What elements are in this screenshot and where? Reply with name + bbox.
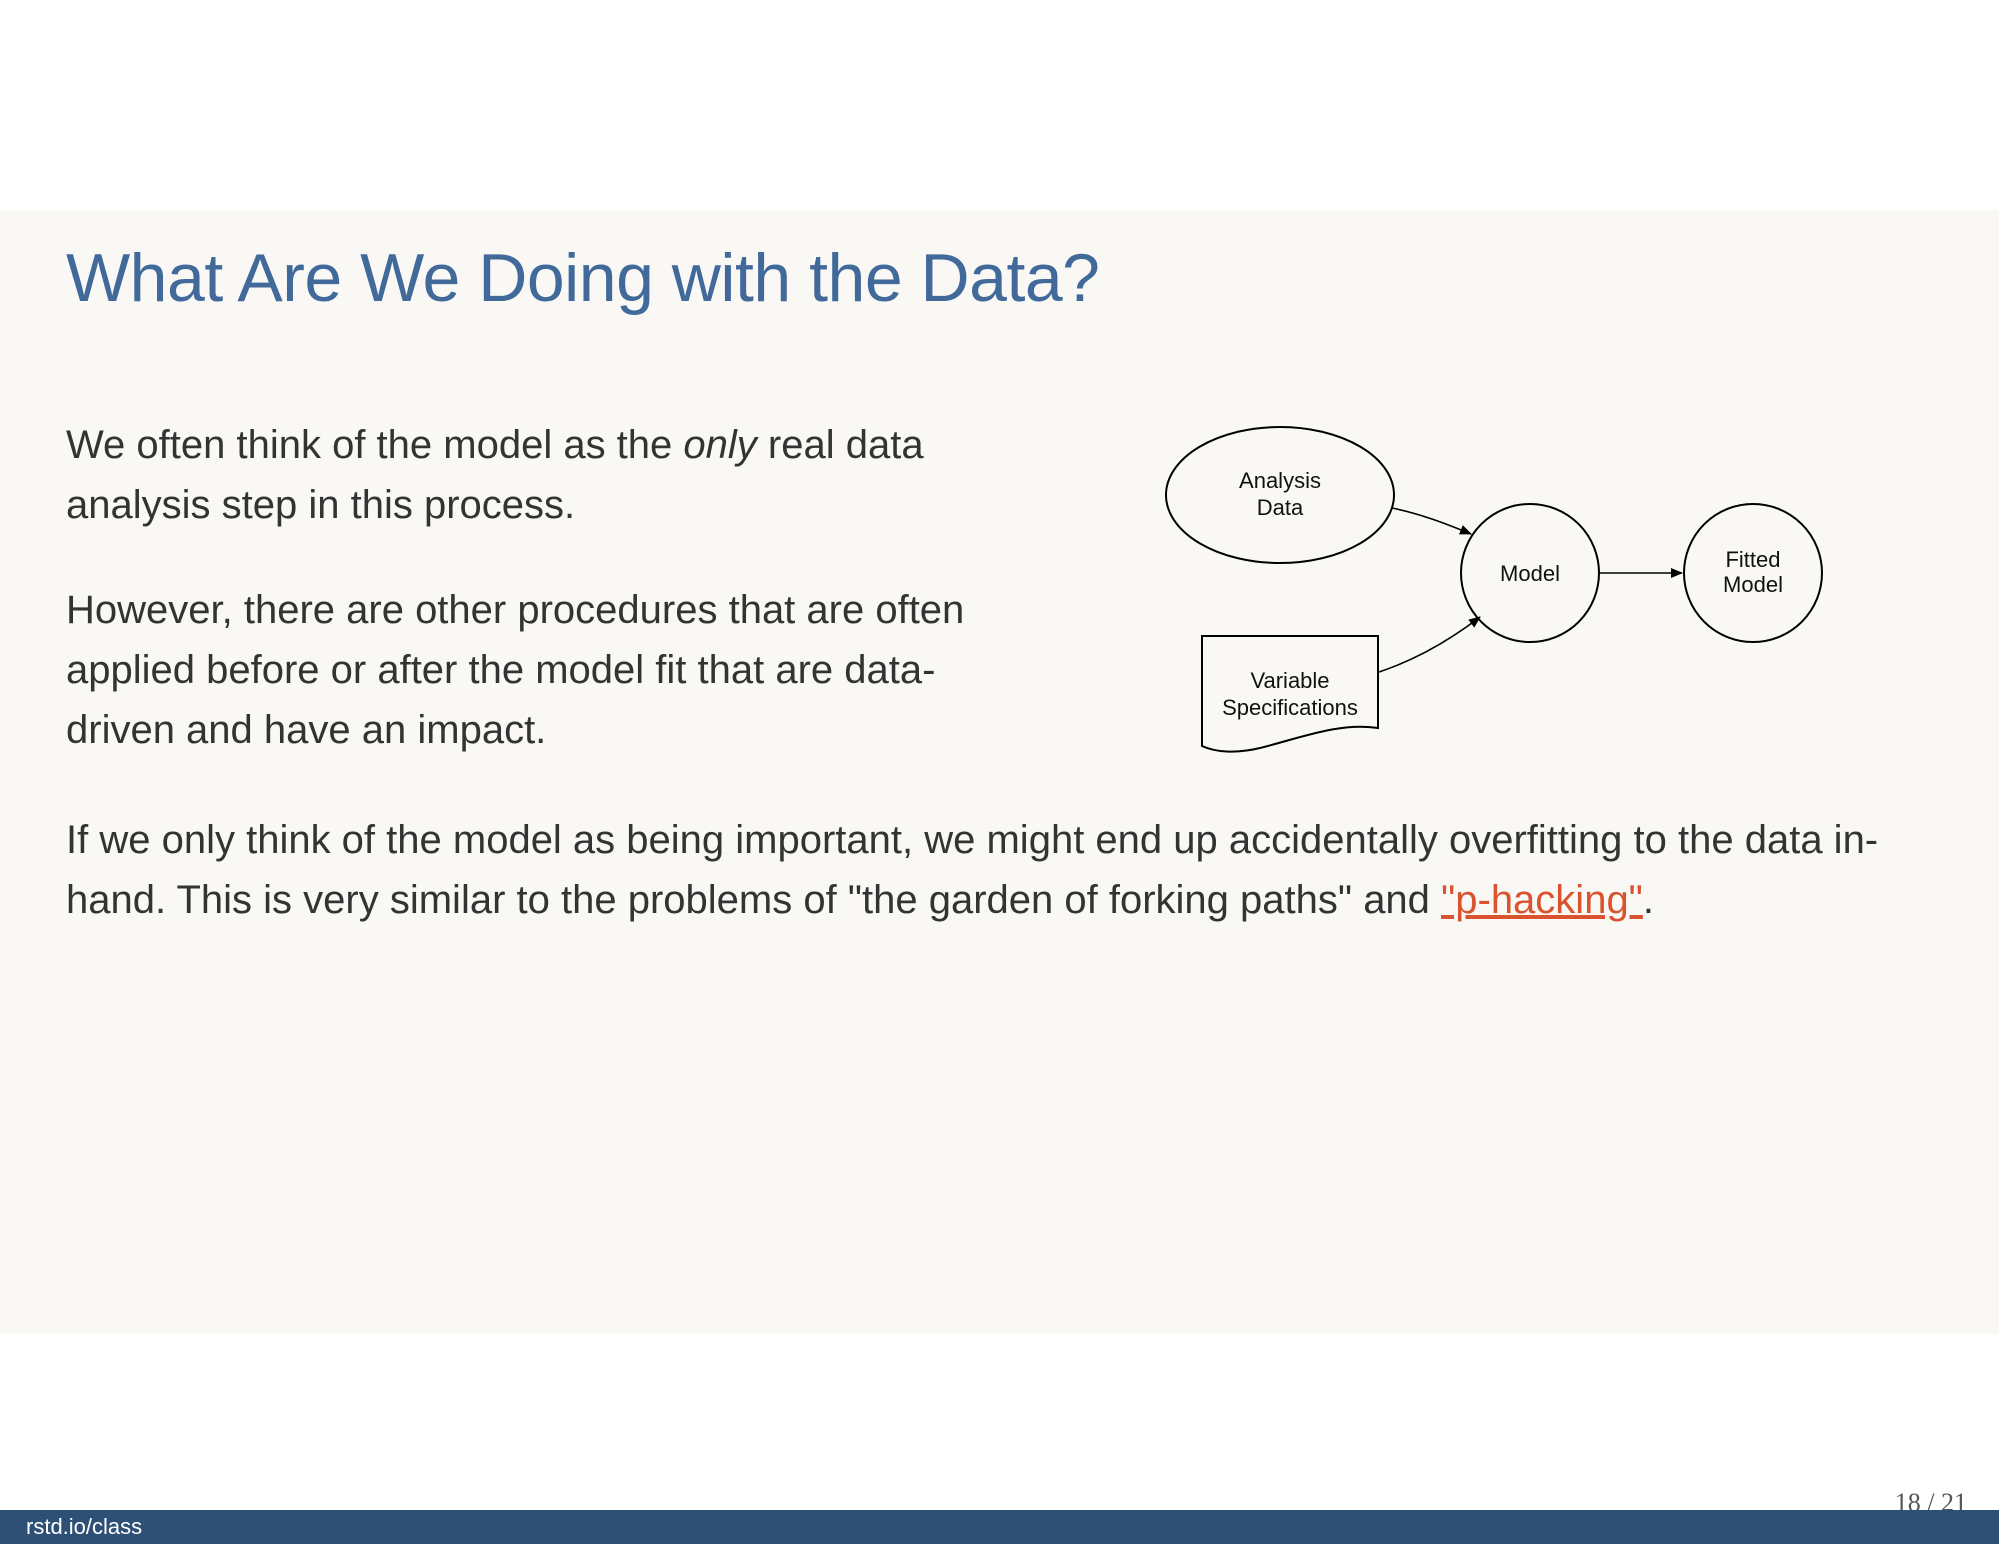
node-analysis-data-line2: Data	[1257, 495, 1304, 520]
slide: What Are We Doing with the Data? We ofte…	[0, 210, 1999, 1544]
edge-analysis-data-to-model	[1391, 507, 1472, 535]
paragraph-model-only-step: We often think of the model as the only …	[66, 415, 966, 535]
para3-after: .	[1642, 878, 1655, 922]
node-model: Model	[1460, 503, 1600, 643]
node-analysis-data: Analysis Data	[1165, 426, 1395, 564]
paragraph-overfitting: If we only think of the model as being i…	[66, 810, 1946, 930]
node-fitted-model-line1: Fitted	[1725, 547, 1780, 572]
node-variable-specifications-line2: Specifications	[1222, 695, 1358, 720]
workflow-diagram: Analysis Data Model Fitted Model Variabl…	[1165, 426, 1823, 753]
node-fitted-model: Fitted Model	[1683, 503, 1823, 643]
para1-emphasis: only	[683, 423, 757, 467]
node-variable-specifications: Variable Specifications	[1201, 635, 1379, 753]
footer-link[interactable]: rstd.io/class	[26, 1514, 142, 1540]
para1-before: We often think of the model as the	[66, 423, 684, 467]
p-hacking-link[interactable]: "p-hacking"	[1441, 878, 1643, 922]
paragraph-other-procedures: However, there are other procedures that…	[66, 588, 965, 752]
slide-title: What Are We Doing with the Data?	[66, 240, 1100, 316]
node-model-label: Model	[1500, 561, 1560, 586]
edge-variable-specs-to-model	[1378, 616, 1481, 673]
node-fitted-model-line2: Model	[1723, 572, 1783, 597]
node-analysis-data-line1: Analysis	[1239, 468, 1321, 493]
footer-bar: rstd.io/class	[0, 1510, 1999, 1544]
node-variable-specifications-line1: Variable	[1250, 668, 1329, 693]
